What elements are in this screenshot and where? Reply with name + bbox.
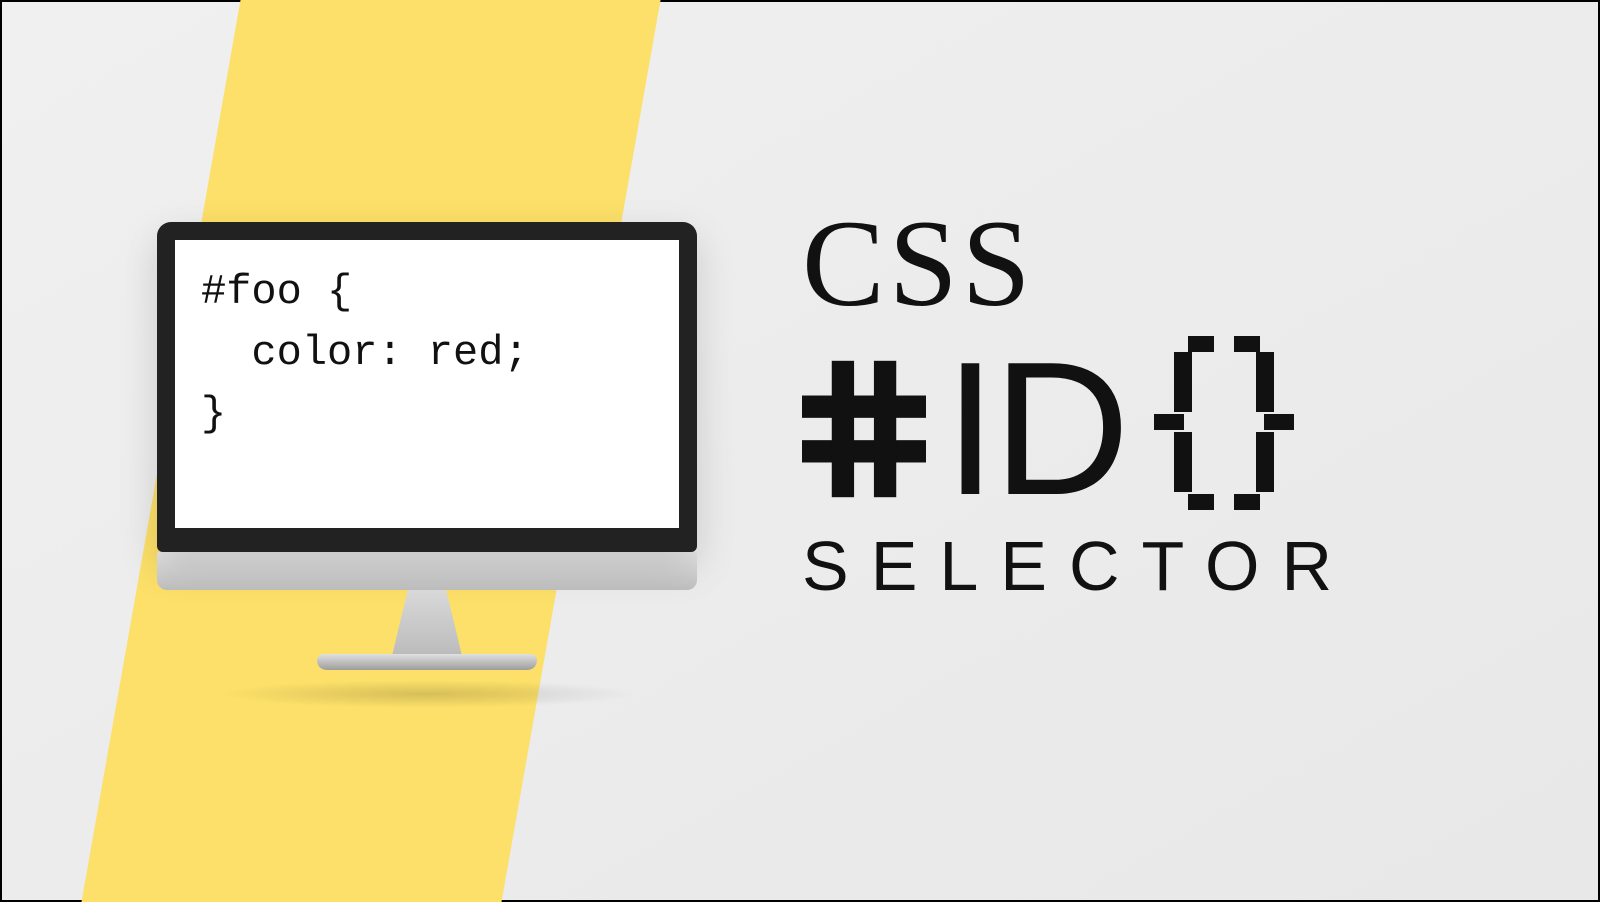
title-id: ID bbox=[944, 334, 1126, 524]
monitor-stand bbox=[379, 590, 475, 654]
braces-icon bbox=[1144, 334, 1304, 524]
code-line-1: #foo { bbox=[201, 268, 352, 316]
monitor-shadow bbox=[217, 680, 637, 708]
monitor-base bbox=[317, 654, 537, 670]
monitor-bezel: #foo { color: red; } bbox=[157, 222, 697, 552]
monitor-chin bbox=[157, 552, 697, 590]
title-selector: SELECTOR bbox=[802, 526, 1354, 606]
title-block: CSS ID SELECTOR bbox=[802, 202, 1354, 606]
title-id-row: ID bbox=[802, 334, 1354, 524]
title-css: CSS bbox=[802, 202, 1354, 326]
hash-icon bbox=[802, 359, 926, 499]
code-line-3: } bbox=[201, 390, 226, 438]
monitor-screen: #foo { color: red; } bbox=[175, 240, 679, 528]
monitor: #foo { color: red; } bbox=[157, 222, 697, 708]
code-line-2: color: red; bbox=[201, 329, 529, 377]
